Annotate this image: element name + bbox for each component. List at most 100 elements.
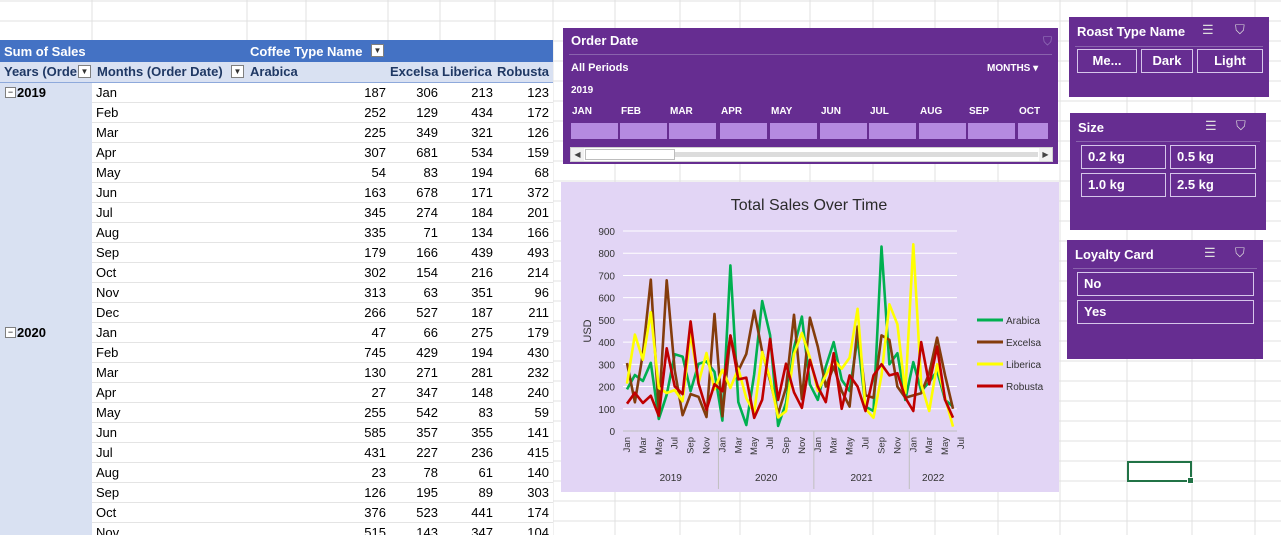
value-cell: 232 [527, 365, 549, 380]
value-cell: 534 [471, 145, 493, 160]
years-filter-dropdown[interactable]: ▼ [78, 65, 91, 78]
value-cell: 166 [527, 225, 549, 240]
table-row[interactable]: Jul 345 274 184 201 [0, 203, 553, 223]
multi-select-icon[interactable]: ☰ [1205, 118, 1217, 134]
timeline-month-cell[interactable] [669, 123, 716, 139]
table-row[interactable]: Sep 126 195 89 303 [0, 483, 553, 503]
timeline-month-cell[interactable] [919, 123, 966, 139]
value-cell: 78 [423, 465, 438, 480]
collapse-icon[interactable]: − [5, 327, 16, 338]
table-row[interactable]: Oct 376 523 441 174 [0, 503, 553, 523]
timeline-month-cell[interactable] [869, 123, 916, 139]
timeline-month-cell[interactable] [1018, 123, 1048, 139]
y-tick-label: 900 [598, 227, 615, 238]
multi-select-icon[interactable]: ☰ [1204, 245, 1216, 261]
table-row[interactable]: −2019 Jan 187 306 213 123 [0, 83, 553, 103]
x-tick-label: Nov [702, 437, 713, 454]
collapse-icon[interactable]: − [5, 87, 16, 98]
table-row[interactable]: Dec 266 527 187 211 [0, 303, 553, 323]
clear-filter-icon[interactable]: ⛉ [1235, 22, 1245, 38]
table-row[interactable]: Oct 302 154 216 214 [0, 263, 553, 283]
table-row[interactable]: Jul 431 227 236 415 [0, 443, 553, 463]
table-row[interactable]: Nov 313 63 351 96 [0, 283, 553, 303]
value-cell: 154 [416, 265, 438, 280]
month-label: Mar [96, 125, 119, 140]
order-date-timeline[interactable]: Order Date ⛉ All Periods MONTHS ▾ 2019 J… [563, 28, 1058, 164]
loyalty-option-yes[interactable]: Yes [1077, 300, 1254, 324]
table-row[interactable]: Sep 179 166 439 493 [0, 243, 553, 263]
value-cell: 275 [471, 325, 493, 340]
table-row[interactable]: Jun 585 357 355 141 [0, 423, 553, 443]
value-cell: 431 [364, 445, 386, 460]
loyalty-card-slicer[interactable]: Loyalty Card ☰ ⛉ No Yes [1067, 240, 1263, 359]
sum-of-sales-label: Sum of Sales [4, 44, 86, 59]
table-row[interactable]: May 255 542 83 59 [0, 403, 553, 423]
timeline-month-label: SEP [969, 106, 990, 117]
value-cell: 357 [416, 425, 438, 440]
month-label: Jun [96, 425, 117, 440]
value-cell: 351 [471, 285, 493, 300]
month-label: Jul [96, 445, 113, 460]
y-tick-label: 700 [598, 271, 615, 282]
roast-option-medium[interactable]: Me... [1077, 49, 1137, 73]
value-cell: 430 [527, 345, 549, 360]
size-option-1-0kg[interactable]: 1.0 kg [1081, 173, 1166, 197]
pivot-table[interactable]: Sum of Sales Coffee Type Name ▼ Years (O… [0, 40, 553, 535]
size-slicer[interactable]: Size ☰ ⛉ 0.2 kg 0.5 kg 1.0 kg 2.5 kg [1070, 113, 1266, 230]
table-row[interactable]: Mar 225 349 321 126 [0, 123, 553, 143]
table-row[interactable]: Apr 307 681 534 159 [0, 143, 553, 163]
clear-filter-icon[interactable]: ⛉ [1043, 34, 1052, 49]
scroll-right-icon[interactable]: ▶ [1039, 148, 1052, 161]
table-row[interactable]: Feb 745 429 194 430 [0, 343, 553, 363]
total-sales-chart[interactable]: Total Sales Over Time 0 100 200 300 400 500 600… [561, 182, 1059, 492]
coffee-type-filter-dropdown[interactable]: ▼ [371, 44, 384, 57]
timeline-month-cell[interactable] [770, 123, 817, 139]
year-cell [0, 263, 92, 283]
table-row[interactable]: Feb 252 129 434 172 [0, 103, 553, 123]
size-option-0-2kg[interactable]: 0.2 kg [1081, 145, 1166, 169]
clear-filter-icon[interactable]: ⛉ [1235, 245, 1245, 261]
table-row[interactable]: Apr 27 347 148 240 [0, 383, 553, 403]
value-cell: 201 [527, 205, 549, 220]
timeline-month-cell[interactable] [620, 123, 667, 139]
year-cell [0, 123, 92, 143]
roast-type-slicer[interactable]: Roast Type Name ☰ ⛉ Me... Dark Light [1069, 17, 1269, 97]
months-filter-dropdown[interactable]: ▼ [231, 65, 244, 78]
roast-option-light[interactable]: Light [1197, 49, 1263, 73]
value-cell: 148 [471, 385, 493, 400]
value-cell: 179 [527, 325, 549, 340]
timeline-scrollbar[interactable]: ◀ ▶ [570, 147, 1053, 162]
table-row[interactable]: Aug 335 71 134 166 [0, 223, 553, 243]
roast-option-dark[interactable]: Dark [1141, 49, 1193, 73]
value-cell: 274 [416, 205, 438, 220]
table-row[interactable]: Nov 515 143 347 104 [0, 523, 553, 535]
timeline-month-cell[interactable] [720, 123, 767, 139]
selected-cell[interactable] [1127, 461, 1194, 484]
table-row[interactable]: Jun 163 678 171 372 [0, 183, 553, 203]
x-tick-label: Nov [797, 437, 808, 454]
clear-filter-icon[interactable]: ⛉ [1236, 118, 1246, 134]
year-cell [0, 163, 92, 183]
scroll-left-icon[interactable]: ◀ [571, 148, 584, 161]
month-label: May [96, 165, 121, 180]
size-option-2-5kg[interactable]: 2.5 kg [1170, 173, 1256, 197]
table-row[interactable]: −2020 Jan 47 66 275 179 [0, 323, 553, 343]
value-cell: 83 [478, 405, 493, 420]
table-row[interactable]: Mar 130 271 281 232 [0, 363, 553, 383]
timeline-month-cell[interactable] [571, 123, 618, 139]
timeline-month-cell[interactable] [968, 123, 1015, 139]
col-robusta: Robusta [497, 64, 549, 79]
table-row[interactable]: May 54 83 194 68 [0, 163, 553, 183]
loyalty-option-no[interactable]: No [1077, 272, 1254, 296]
time-level-dropdown[interactable]: MONTHS ▾ [987, 63, 1038, 74]
month-label: Dec [96, 305, 120, 320]
table-row[interactable]: Aug 23 78 61 140 [0, 463, 553, 483]
multi-select-icon[interactable]: ☰ [1202, 22, 1214, 38]
scroll-thumb[interactable] [585, 149, 675, 160]
x-tick-label: Mar [733, 437, 744, 453]
month-label: Oct [96, 265, 117, 280]
value-cell: 96 [534, 285, 549, 300]
value-cell: 585 [364, 425, 386, 440]
timeline-month-cell[interactable] [820, 123, 867, 139]
size-option-0-5kg[interactable]: 0.5 kg [1170, 145, 1256, 169]
